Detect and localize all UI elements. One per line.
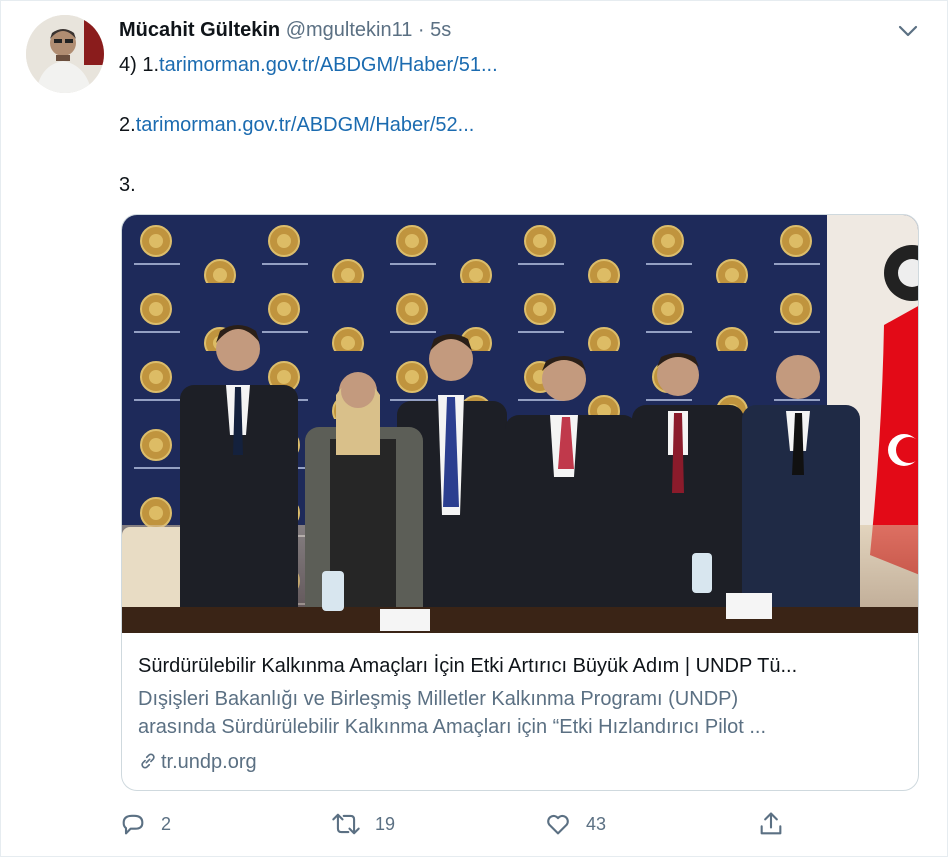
line-1-prefix: 4) 1. [119, 54, 160, 76]
reply-button[interactable]: 2 [119, 809, 171, 839]
retweet-button[interactable]: 19 [331, 809, 395, 839]
retweet-count: 19 [375, 813, 396, 834]
tweet-link-1[interactable]: tarimorman.gov.tr/ABDGM/Haber/51... [159, 54, 498, 76]
avatar-photo [26, 15, 104, 93]
author-name[interactable]: Mücahit Gültekin [119, 19, 280, 41]
author-handle[interactable]: @mgultekin11 [286, 19, 413, 41]
card-description-line-2: arasında Sürdürülebilir Kalkınma Amaçlar… [138, 716, 767, 738]
card-description: Dışişleri Bakanlığı ve Birleşmiş Milletl… [138, 685, 908, 741]
line-2-prefix: 2. [119, 114, 136, 136]
reply-count: 2 [161, 813, 172, 834]
more-options-button[interactable] [896, 19, 920, 43]
share-icon [760, 812, 782, 835]
caret-down-icon [898, 25, 918, 37]
tweet-actions: 2 19 43 [119, 809, 799, 839]
card-image[interactable] [122, 215, 918, 633]
tweet[interactable]: Mücahit Gültekin @mgultekin11 · 5s 4) 1.… [0, 0, 948, 857]
card-domain: tr.undp.org [138, 749, 257, 775]
like-button[interactable]: 43 [544, 809, 606, 839]
tweet-link-2[interactable]: tarimorman.gov.tr/ABDGM/Haber/52... [136, 114, 475, 136]
tweet-timestamp[interactable]: 5s [430, 19, 451, 41]
card-photo [122, 215, 918, 633]
retweet-icon [332, 813, 360, 835]
link-chain-icon [141, 753, 155, 769]
separator-dot: · [417, 19, 425, 41]
card-title: Sürdürülebilir Kalkınma Amaçları İçin Et… [138, 655, 798, 677]
reply-icon [122, 814, 144, 835]
tweet-header: Mücahit Gültekin @mgultekin11 · 5s [119, 17, 451, 43]
card-description-line-1: Dışişleri Bakanlığı ve Birleşmiş Milletl… [138, 688, 739, 710]
share-button[interactable] [757, 809, 785, 839]
avatar[interactable] [26, 15, 104, 93]
tweet-line-2: 2.tarimorman.gov.tr/ABDGM/Haber/52... [119, 111, 474, 139]
card-domain-text: tr.undp.org [161, 751, 257, 773]
tweet-line-1: 4) 1.tarimorman.gov.tr/ABDGM/Haber/51... [119, 51, 498, 79]
tweet-line-3: 3. [119, 174, 136, 196]
link-preview-card[interactable]: Sürdürülebilir Kalkınma Amaçları İçin Et… [121, 214, 919, 791]
like-count: 43 [586, 813, 607, 834]
like-icon [547, 814, 569, 835]
